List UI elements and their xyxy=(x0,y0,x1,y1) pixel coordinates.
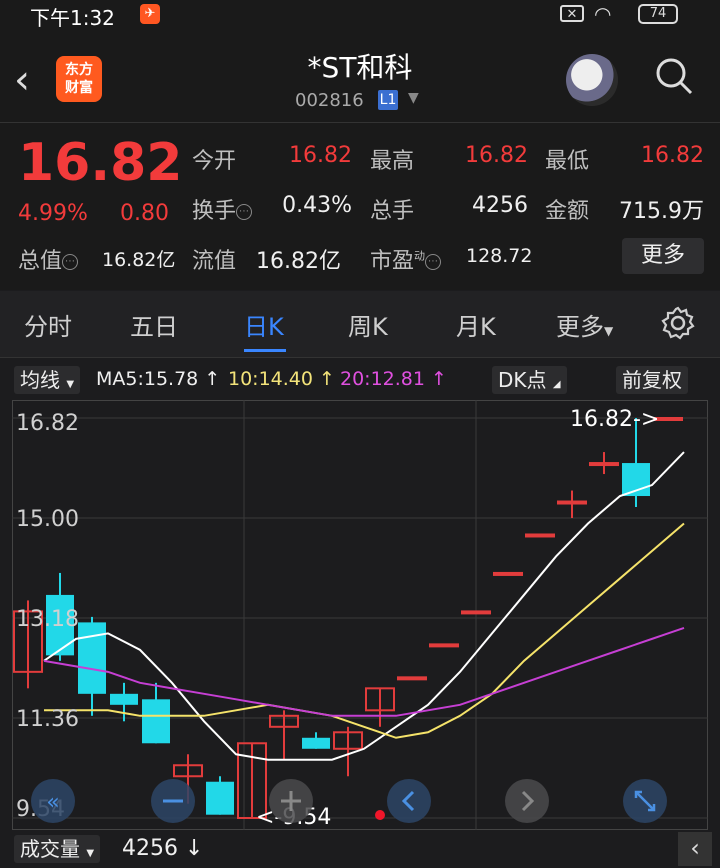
high-label: 最高 xyxy=(370,149,415,174)
wifi-icon: ◠ xyxy=(594,2,612,26)
volume-bar: 成交量 ▼ 4256 ↓ ‹ xyxy=(0,832,720,866)
tab-monthly-k[interactable]: 月K xyxy=(456,307,496,342)
double-chevron-left-icon: « xyxy=(31,779,75,823)
amount-value: 715.9万 xyxy=(619,199,704,224)
total-cap-value: 16.82亿 xyxy=(102,249,176,271)
period-tabs: 分时 五日 日K 周K 月K 更多▼ xyxy=(0,291,720,358)
candle-body-down xyxy=(142,699,170,744)
pe-superscript: 动 xyxy=(414,249,426,263)
svg-text:«: « xyxy=(46,790,59,815)
active-tab-indicator xyxy=(244,349,286,352)
current-price: 16.82 xyxy=(18,133,183,193)
pe-label: 市盈动 ⋯ xyxy=(370,243,442,275)
info-icon[interactable]: ⋯ xyxy=(62,254,79,270)
volume-label: 总手 xyxy=(370,199,415,224)
candle-body-down xyxy=(110,693,138,705)
tab-daily-k[interactable]: 日K xyxy=(244,307,284,342)
expand-icon xyxy=(623,779,667,823)
chevron-down-icon[interactable]: ▼ xyxy=(408,90,419,106)
ma5-value: MA5:15.78 ↑ xyxy=(96,368,221,390)
high-value: 16.82 xyxy=(465,143,528,168)
candle-body-up xyxy=(429,643,459,648)
battery-level: 74 xyxy=(649,6,667,21)
tab-wuri[interactable]: 五日 xyxy=(130,307,178,342)
minus-icon xyxy=(151,779,195,823)
chevron-left-icon xyxy=(387,779,431,823)
ma10-line xyxy=(44,522,685,739)
candle-body-down xyxy=(206,781,234,815)
battery-icon: 74 xyxy=(638,4,678,24)
scroll-right-button[interactable] xyxy=(504,778,550,828)
candle-body-up xyxy=(557,500,587,505)
max-price-label: 16.82-> xyxy=(570,407,659,432)
ma20-value: 20:12.81 ↑ xyxy=(340,368,447,390)
open-value: 16.82 xyxy=(289,143,352,168)
info-icon[interactable]: ⋯ xyxy=(425,254,442,270)
turnover-label: 换手 ⋯ xyxy=(192,193,253,225)
zoom-in-button[interactable] xyxy=(268,778,314,828)
change-percent: 4.99% xyxy=(18,201,88,226)
collapse-chevron-left-icon[interactable]: ‹ xyxy=(678,832,712,866)
pe-value: 128.72 xyxy=(466,245,533,267)
change-amount: 0.80 xyxy=(120,201,169,226)
candle-body-up xyxy=(525,533,555,538)
volume-value: 4256 xyxy=(472,193,528,218)
total-cap-label: 总值 ⋯ xyxy=(18,243,79,275)
volume-indicator-value: 4256 ↓ xyxy=(122,836,204,861)
quote-panel: 16.82 4.99% 0.80 今开 16.82 最高 16.82 最低 16… xyxy=(0,123,720,290)
chevron-right-icon xyxy=(505,779,549,823)
y-tick-label: 13.18 xyxy=(16,607,79,632)
k-line-chart[interactable]: 16.8215.0013.1811.369.5416.82-><-9.54 xyxy=(12,400,708,830)
low-label: 最低 xyxy=(545,149,590,174)
robot-assistant-icon[interactable] xyxy=(566,54,618,106)
tab-more[interactable]: 更多▼ xyxy=(556,307,613,342)
adjust-selector[interactable]: 前复权 xyxy=(616,366,688,394)
app-notification-icon: ✈ xyxy=(140,4,160,24)
candle-body-up xyxy=(397,676,427,681)
ma-selector[interactable]: 均线 ▼ xyxy=(14,366,81,394)
more-button[interactable]: 更多 xyxy=(622,238,704,274)
float-cap-value: 16.82亿 xyxy=(256,249,341,274)
live-dot xyxy=(375,810,385,820)
y-tick-label: 15.00 xyxy=(16,507,79,532)
status-time: 下午1:32 xyxy=(30,6,115,30)
low-value: 16.82 xyxy=(641,143,704,168)
settings-gear-icon[interactable] xyxy=(660,305,696,341)
zoom-out-button[interactable] xyxy=(150,778,196,828)
amount-label: 金额 xyxy=(545,199,590,224)
candle-body-down xyxy=(78,622,106,694)
stock-code: 002816 xyxy=(295,90,364,111)
no-sim-icon: ✕ xyxy=(560,5,584,22)
candle-body-up xyxy=(589,462,619,467)
y-tick-label: 11.36 xyxy=(16,707,79,732)
candle-body-down xyxy=(302,737,330,749)
ma20-line xyxy=(43,626,685,717)
level-badge[interactable]: L1 xyxy=(378,90,398,110)
status-bar: 下午1:32 ✈ ✕ ◠ 74 xyxy=(0,0,720,30)
float-cap-label: 流值 xyxy=(192,249,237,274)
volume-indicator-selector[interactable]: 成交量 ▼ xyxy=(14,835,101,863)
open-label: 今开 xyxy=(192,149,237,174)
info-icon[interactable]: ⋯ xyxy=(236,204,253,220)
candle-body-up xyxy=(461,610,491,615)
indicator-bar: 均线 ▼ MA5:15.78 ↑ 10:14.40 ↑ 20:12.81 ↑ D… xyxy=(0,360,720,400)
dk-point-selector[interactable]: DK点 ◢ xyxy=(492,366,567,394)
ma10-value: 10:14.40 ↑ xyxy=(228,368,335,390)
y-tick-label: 16.82 xyxy=(16,411,79,436)
stock-header: ‹ 东方 财富 *ST和科 002816 L1 ▼ xyxy=(0,28,720,123)
fullscreen-button[interactable] xyxy=(622,778,668,828)
scroll-left-button[interactable] xyxy=(386,778,432,828)
scroll-left-fast-button[interactable]: « xyxy=(30,778,76,828)
search-icon[interactable] xyxy=(654,56,694,96)
tab-weekly-k[interactable]: 周K xyxy=(348,307,388,342)
candle-body-up xyxy=(493,571,523,576)
tab-fenshi[interactable]: 分时 xyxy=(24,307,72,342)
plus-icon xyxy=(269,779,313,823)
turnover-value: 0.43% xyxy=(282,193,352,218)
